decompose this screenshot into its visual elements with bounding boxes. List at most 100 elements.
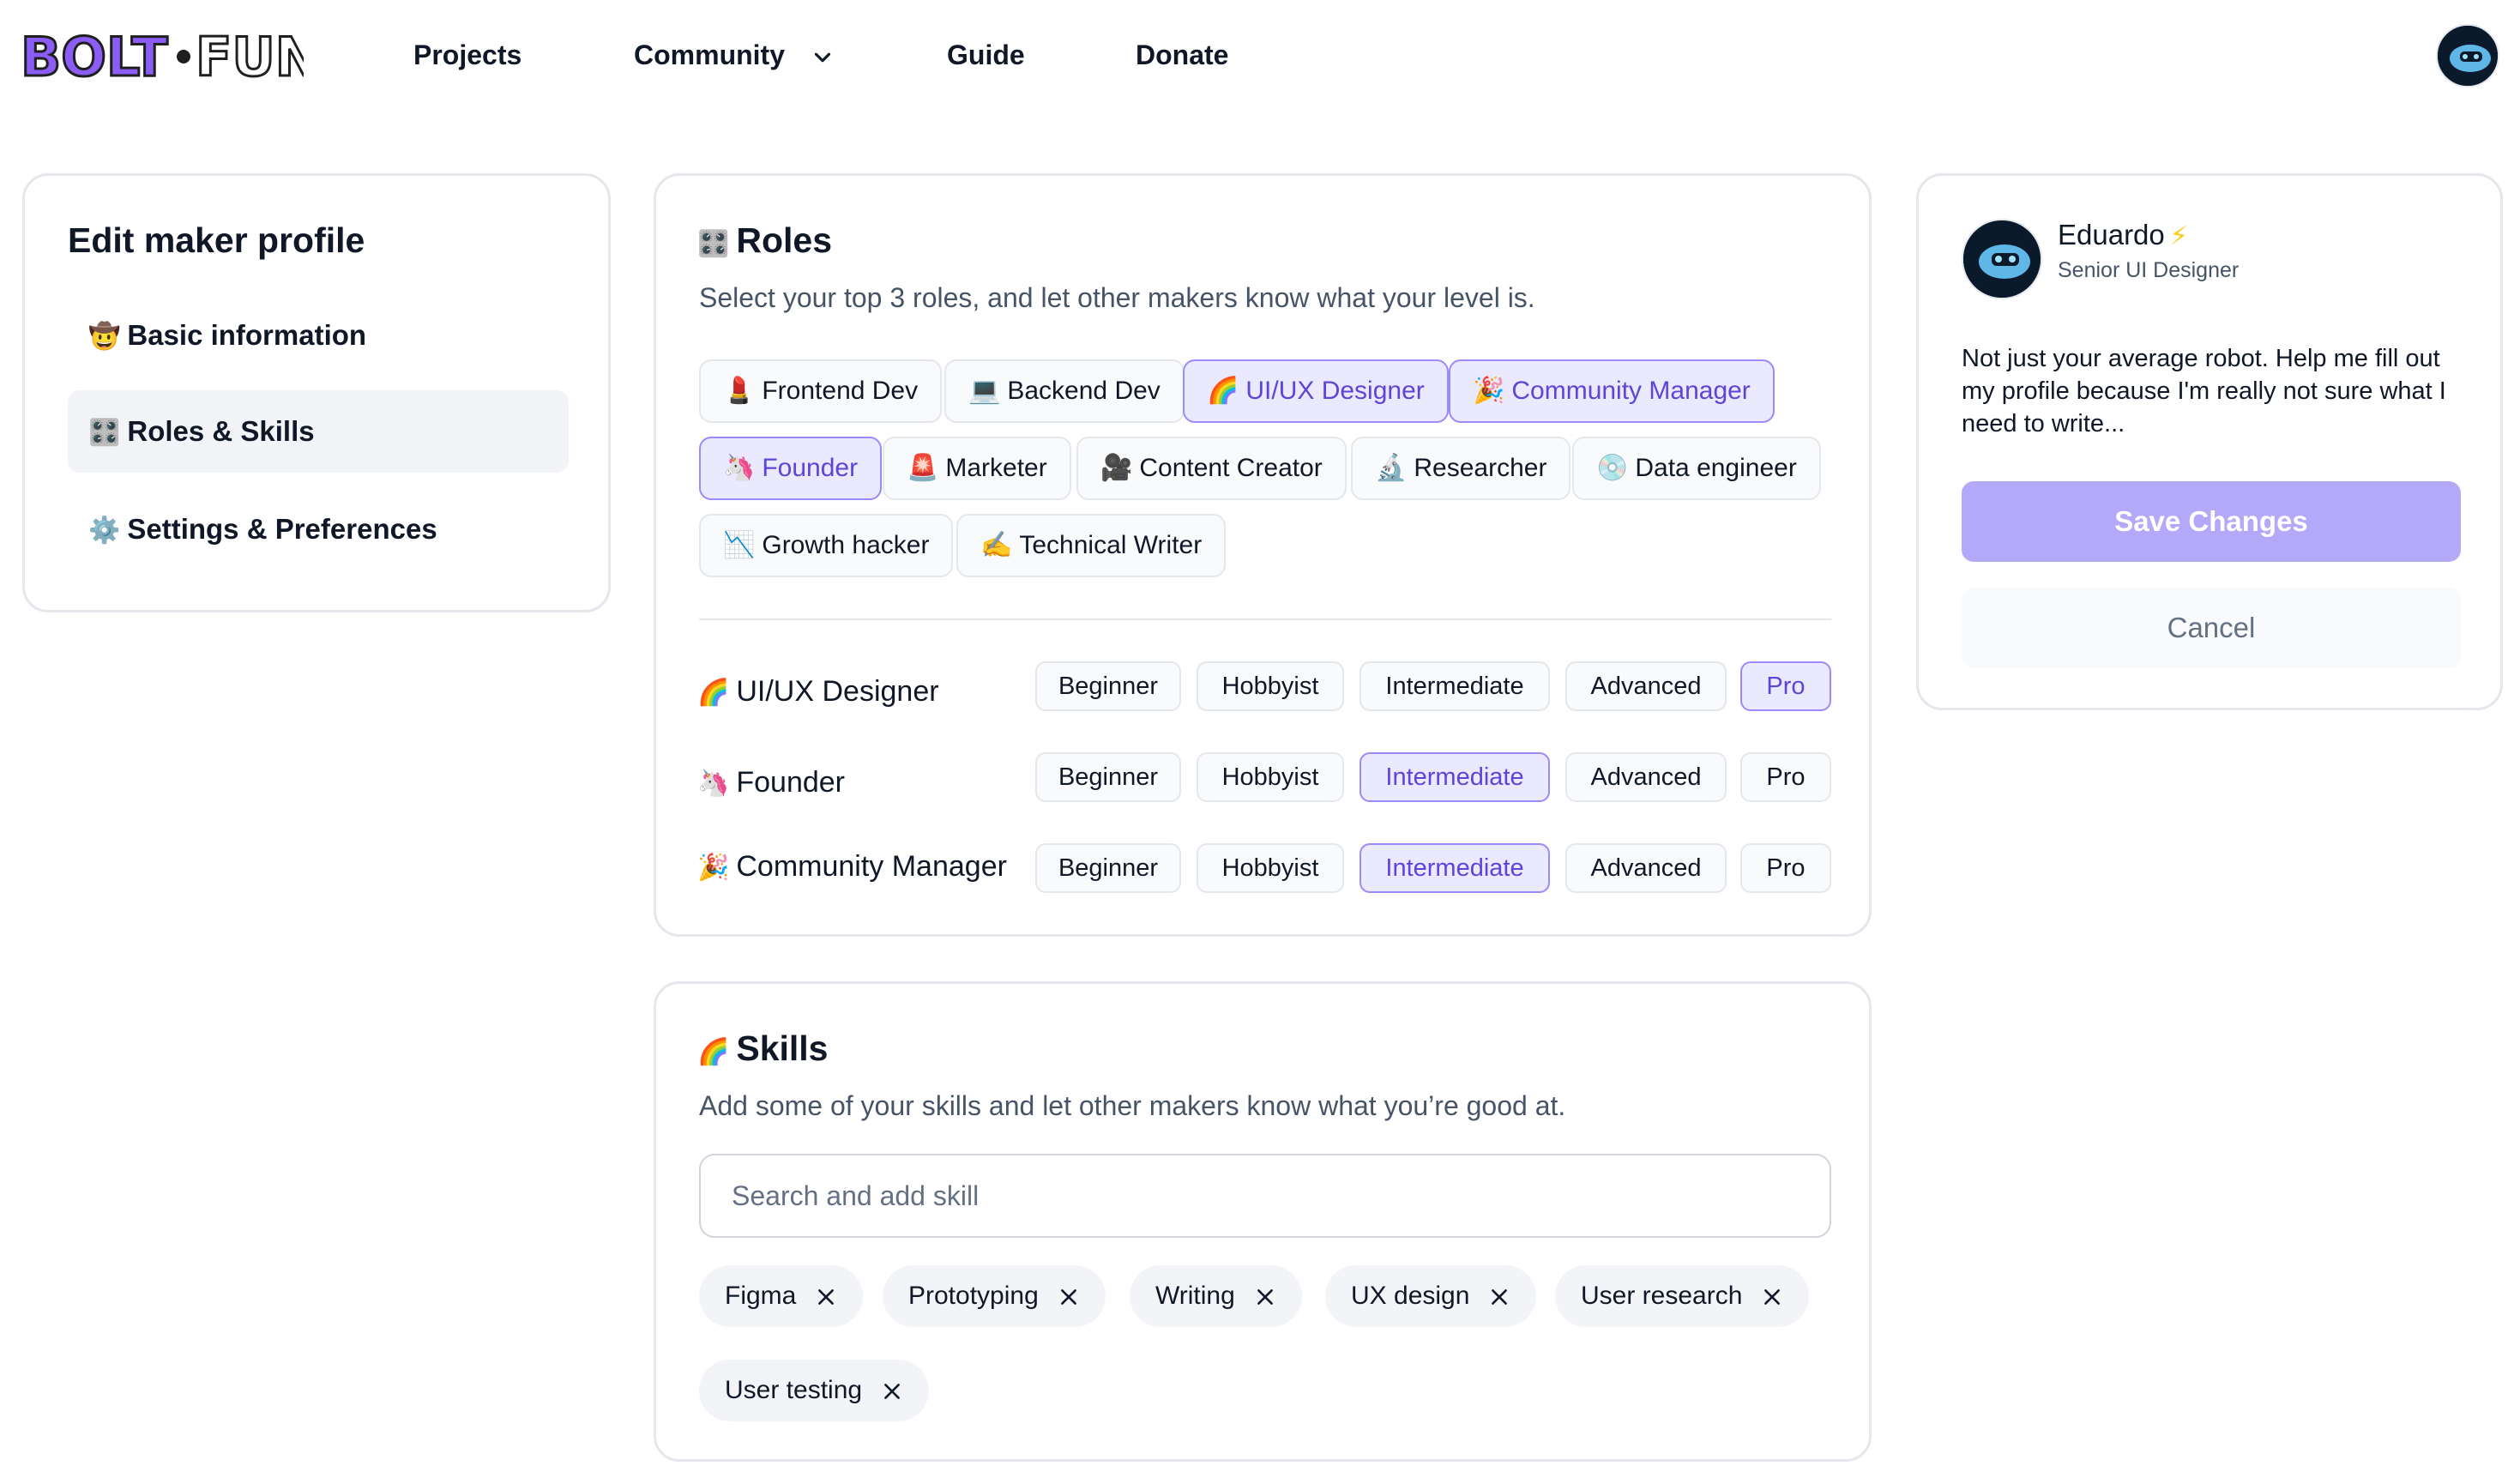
role-chip-label: Researcher <box>1414 454 1547 482</box>
microscope-icon: 🔬 <box>1375 454 1408 482</box>
logo-bolt-text: BOLT <box>21 26 168 88</box>
role-chip-label: UI/UX Designer <box>1245 377 1425 405</box>
role-chip-label: Founder <box>762 454 859 482</box>
level-advanced[interactable]: Advanced <box>1565 661 1727 711</box>
role-chip-founder[interactable]: 🦄 Founder <box>699 437 883 500</box>
nav-donate[interactable]: Donate <box>1136 33 1228 77</box>
role-chip-backend-dev[interactable]: 💻 Backend Dev <box>944 359 1185 423</box>
close-icon[interactable] <box>1058 1286 1080 1308</box>
role-chip-marketer[interactable]: 🚨 Marketer <box>883 437 1071 500</box>
logo-fun-text: FUN <box>196 26 304 88</box>
control-knobs-icon: 🎛️ <box>697 230 730 258</box>
lightning-icon: ⚡ <box>2169 222 2188 250</box>
skill-tag-label: Prototyping <box>908 1282 1039 1310</box>
cancel-button[interactable]: Cancel <box>1962 588 2461 668</box>
role-chip-growth-hacker[interactable]: 📉 Growth hacker <box>699 514 954 577</box>
close-icon[interactable] <box>1761 1286 1783 1308</box>
sidebar-item-basic-information[interactable]: 🤠 Basic information <box>68 294 569 377</box>
sidebar-item-label: Roles & Skills <box>127 415 315 447</box>
avatar <box>1962 219 2042 299</box>
role-chip-researcher[interactable]: 🔬 Researcher <box>1351 437 1571 500</box>
level-hobbyist[interactable]: Hobbyist <box>1197 843 1344 893</box>
role-chip-label: Data engineer <box>1635 454 1797 482</box>
level-hobbyist[interactable]: Hobbyist <box>1197 752 1344 802</box>
nav-community[interactable]: Community <box>634 33 835 77</box>
lipstick-icon: 💄 <box>723 377 756 405</box>
laptop-icon: 💻 <box>968 377 1001 405</box>
level-beginner[interactable]: Beginner <box>1035 661 1181 711</box>
skills-title: 🌈 Skills <box>697 1029 828 1069</box>
role-chip-label: Backend Dev <box>1007 377 1161 405</box>
sidebar-item-settings-preferences[interactable]: ⚙️ Settings & Preferences <box>68 488 569 570</box>
cowboy-icon: 🤠 <box>88 323 121 351</box>
top-navbar: BOLT FUN Projects Community Guide Donate <box>0 0 2520 112</box>
profile-sections-card: Edit maker profile 🤠 Basic information 🎛️… <box>22 173 611 612</box>
role-chip-community-manager[interactable]: 🎉 Community Manager <box>1449 359 1775 423</box>
role-chip-label: Growth hacker <box>762 531 930 559</box>
skills-title-text: Skills <box>736 1029 829 1068</box>
level-advanced[interactable]: Advanced <box>1565 843 1727 893</box>
close-icon[interactable] <box>881 1380 903 1403</box>
profile-bio: Not just your average robot. Help me fil… <box>1962 345 2446 437</box>
skill-tag-ux-design: UX design <box>1325 1265 1537 1327</box>
robot-avatar-icon <box>2438 26 2498 86</box>
role-chip-technical-writer[interactable]: ✍️ Technical Writer <box>956 514 1227 577</box>
level-intermediate[interactable]: Intermediate <box>1359 843 1550 893</box>
nav-guide[interactable]: Guide <box>947 33 1025 77</box>
skill-tag-label: User research <box>1581 1282 1743 1310</box>
close-icon[interactable] <box>815 1286 837 1308</box>
nav-projects[interactable]: Projects <box>413 33 521 77</box>
rainbow-icon: 🌈 <box>1207 377 1239 405</box>
bolt-fun-logo[interactable]: BOLT FUN <box>21 19 304 91</box>
close-icon[interactable] <box>1254 1286 1276 1308</box>
profile-name-text: Eduardo <box>2058 219 2165 250</box>
role-chip-label: Technical Writer <box>1019 531 1203 559</box>
rainbow-icon: 🌈 <box>697 679 730 707</box>
level-pro[interactable]: Pro <box>1740 843 1831 893</box>
role-level-label: UI/UX Designer <box>736 675 939 708</box>
skill-tag-user-testing: User testing <box>699 1360 930 1421</box>
skill-tag-label: Writing <box>1155 1282 1235 1310</box>
party-popper-icon: 🎉 <box>697 854 730 882</box>
level-beginner[interactable]: Beginner <box>1035 752 1181 802</box>
role-chip-label: Community Manager <box>1511 377 1751 405</box>
sidebar-item-roles-skills[interactable]: 🎛️ Roles & Skills <box>68 390 569 473</box>
skill-search-input[interactable] <box>699 1154 1831 1238</box>
profile-name: Eduardo ⚡ <box>2058 219 2188 251</box>
close-icon[interactable] <box>1488 1286 1510 1308</box>
level-hobbyist[interactable]: Hobbyist <box>1197 661 1344 711</box>
skill-tag-label: Figma <box>725 1282 797 1310</box>
roles-subtitle: Select your top 3 roles, and let other m… <box>699 282 1535 313</box>
level-advanced[interactable]: Advanced <box>1565 752 1727 802</box>
skill-tag-prototyping: Prototyping <box>883 1265 1106 1327</box>
siren-icon: 🚨 <box>907 454 939 482</box>
level-pro[interactable]: Pro <box>1740 752 1831 802</box>
role-chip-ui-ux-designer[interactable]: 🌈 UI/UX Designer <box>1183 359 1449 423</box>
sidebar-item-label: Settings & Preferences <box>127 513 437 545</box>
profile-role: Senior UI Designer <box>2058 258 2240 282</box>
logo-dot <box>177 50 190 63</box>
role-level-name-community-manager: 🎉 Community Manager <box>697 850 1007 884</box>
level-intermediate[interactable]: Intermediate <box>1359 661 1550 711</box>
profile-preview-card: Eduardo ⚡ Senior UI Designer Not just you… <box>1916 173 2503 710</box>
sidebar-item-label: Basic information <box>127 319 367 351</box>
robot-avatar-icon <box>1963 220 2041 298</box>
role-chip-frontend-dev[interactable]: 💄 Frontend Dev <box>699 359 943 423</box>
skill-tag-user-research: User research <box>1555 1265 1810 1327</box>
role-level-label: Founder <box>736 766 845 799</box>
roles-card: 🎛️ Roles Select your top 3 roles, and let… <box>654 173 1872 937</box>
role-chip-data-engineer[interactable]: 💿 Data engineer <box>1572 437 1821 500</box>
role-chip-label: Content Creator <box>1139 454 1323 482</box>
save-changes-button[interactable]: Save Changes <box>1962 481 2461 562</box>
level-beginner[interactable]: Beginner <box>1035 843 1181 893</box>
role-chip-label: Marketer <box>945 454 1047 482</box>
level-pro[interactable]: Pro <box>1740 661 1831 711</box>
user-avatar[interactable] <box>2436 24 2499 87</box>
skill-tag-figma: Figma <box>699 1265 864 1327</box>
chart-down-icon: 📉 <box>723 531 756 559</box>
unicorn-icon: 🦄 <box>697 769 730 798</box>
role-chip-content-creator[interactable]: 🎥 Content Creator <box>1076 437 1347 500</box>
level-intermediate[interactable]: Intermediate <box>1359 752 1550 802</box>
camera-icon: 🎥 <box>1100 454 1133 482</box>
skill-tag-label: UX design <box>1351 1282 1470 1310</box>
